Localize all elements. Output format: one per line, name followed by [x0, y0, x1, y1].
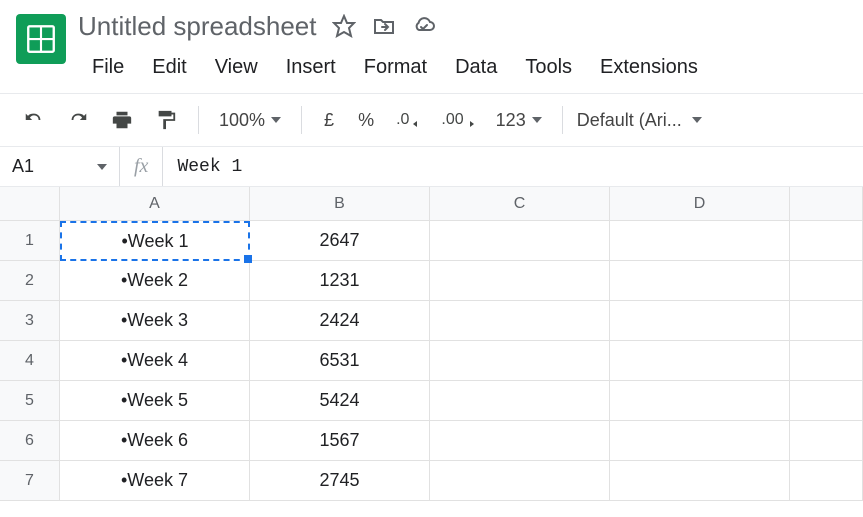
menu-edit[interactable]: Edit [138, 50, 200, 85]
cell-b2[interactable]: 1231 [250, 261, 430, 301]
cell-d2[interactable] [610, 261, 790, 301]
redo-button[interactable] [60, 102, 96, 138]
cell-a1[interactable]: •Week 1 [60, 221, 250, 261]
move-folder-icon[interactable] [372, 14, 396, 38]
cell-d5[interactable] [610, 381, 790, 421]
cell-e7[interactable] [790, 461, 863, 501]
menu-format[interactable]: Format [350, 50, 441, 85]
menubar: File Edit View Insert Format Data Tools … [78, 50, 847, 85]
formula-input[interactable]: Week 1 [163, 157, 863, 177]
menu-insert[interactable]: Insert [272, 50, 350, 85]
select-all-corner[interactable] [0, 187, 60, 221]
menu-tools[interactable]: Tools [511, 50, 586, 85]
number-format-dropdown[interactable]: 123 [490, 110, 548, 131]
spreadsheet-grid: A B C D 1 •Week 1 2647 2 •Week 2 1231 3 … [0, 187, 863, 501]
cell-c6[interactable] [430, 421, 610, 461]
cell-d7[interactable] [610, 461, 790, 501]
row-header-1[interactable]: 1 [0, 221, 60, 261]
cell-c1[interactable] [430, 221, 610, 261]
cell-a4[interactable]: •Week 4 [60, 341, 250, 381]
fx-label: fx [120, 147, 163, 186]
cell-a7[interactable]: •Week 7 [60, 461, 250, 501]
chevron-down-icon [692, 117, 702, 123]
formula-bar: A1 fx Week 1 [0, 147, 863, 187]
menu-extensions[interactable]: Extensions [586, 50, 712, 85]
zoom-label: 100% [219, 110, 265, 131]
column-header-e[interactable] [790, 187, 863, 221]
cell-d3[interactable] [610, 301, 790, 341]
row-header-4[interactable]: 4 [0, 341, 60, 381]
cell-b5[interactable]: 5424 [250, 381, 430, 421]
menu-data[interactable]: Data [441, 50, 511, 85]
name-box[interactable]: A1 [0, 147, 120, 186]
cell-b3[interactable]: 2424 [250, 301, 430, 341]
print-button[interactable] [104, 102, 140, 138]
decrease-decimal-button[interactable]: .0 [390, 102, 427, 138]
document-title[interactable]: Untitled spreadsheet [78, 11, 316, 42]
cell-d6[interactable] [610, 421, 790, 461]
menu-file[interactable]: File [78, 50, 138, 85]
increase-decimal-button[interactable]: .00 [435, 102, 481, 138]
cell-e4[interactable] [790, 341, 863, 381]
cell-e2[interactable] [790, 261, 863, 301]
currency-format-button[interactable]: £ [316, 110, 342, 131]
column-header-a[interactable]: A [60, 187, 250, 221]
percent-format-button[interactable]: % [350, 110, 382, 131]
cell-d1[interactable] [610, 221, 790, 261]
cell-a6[interactable]: •Week 6 [60, 421, 250, 461]
cell-b1[interactable]: 2647 [250, 221, 430, 261]
row-header-2[interactable]: 2 [0, 261, 60, 301]
chevron-down-icon [532, 117, 542, 123]
chevron-down-icon [271, 117, 281, 123]
column-header-d[interactable]: D [610, 187, 790, 221]
cell-e6[interactable] [790, 421, 863, 461]
cell-b4[interactable]: 6531 [250, 341, 430, 381]
sheets-logo[interactable] [16, 14, 66, 64]
menu-view[interactable]: View [201, 50, 272, 85]
toolbar: 100% £ % .0 .00 123 Default (Ari... [0, 93, 863, 147]
undo-button[interactable] [16, 102, 52, 138]
cell-e1[interactable] [790, 221, 863, 261]
cell-e5[interactable] [790, 381, 863, 421]
number-format-label: 123 [496, 110, 526, 131]
paint-format-button[interactable] [148, 102, 184, 138]
row-header-6[interactable]: 6 [0, 421, 60, 461]
cell-a3[interactable]: •Week 3 [60, 301, 250, 341]
column-header-b[interactable]: B [250, 187, 430, 221]
font-label: Default (Ari... [577, 110, 682, 131]
cell-d4[interactable] [610, 341, 790, 381]
cell-c2[interactable] [430, 261, 610, 301]
row-header-5[interactable]: 5 [0, 381, 60, 421]
column-header-c[interactable]: C [430, 187, 610, 221]
font-dropdown[interactable]: Default (Ari... [577, 110, 702, 131]
cell-c5[interactable] [430, 381, 610, 421]
cell-c3[interactable] [430, 301, 610, 341]
cell-c7[interactable] [430, 461, 610, 501]
chevron-down-icon [97, 164, 107, 170]
zoom-dropdown[interactable]: 100% [213, 110, 287, 131]
cell-b6[interactable]: 1567 [250, 421, 430, 461]
row-header-7[interactable]: 7 [0, 461, 60, 501]
cell-a2[interactable]: •Week 2 [60, 261, 250, 301]
star-icon[interactable] [332, 14, 356, 38]
row-header-3[interactable]: 3 [0, 301, 60, 341]
cloud-status-icon[interactable] [412, 14, 436, 38]
cell-c4[interactable] [430, 341, 610, 381]
cell-b7[interactable]: 2745 [250, 461, 430, 501]
cell-e3[interactable] [790, 301, 863, 341]
cell-a5[interactable]: •Week 5 [60, 381, 250, 421]
